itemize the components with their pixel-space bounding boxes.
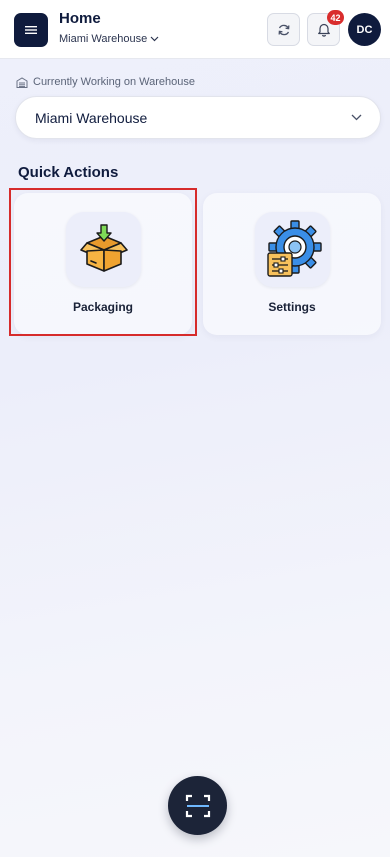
scan-button[interactable] bbox=[168, 776, 227, 835]
warehouse-icon bbox=[16, 76, 28, 88]
top-header: Home Miami Warehouse 42 DC bbox=[0, 0, 390, 59]
warehouse-dropdown[interactable]: Miami Warehouse bbox=[15, 96, 381, 139]
chevron-down-icon bbox=[351, 114, 362, 121]
chevron-down-icon bbox=[150, 36, 159, 42]
header-warehouse-name: Miami Warehouse bbox=[59, 33, 148, 45]
hamburger-icon bbox=[25, 26, 37, 34]
settings-label: Settings bbox=[268, 300, 316, 314]
refresh-button[interactable] bbox=[267, 13, 300, 46]
refresh-icon bbox=[278, 24, 289, 35]
notification-count-badge: 42 bbox=[327, 10, 344, 25]
page-title: Home bbox=[59, 10, 101, 27]
gear-settings-icon bbox=[266, 219, 322, 277]
settings-icon-tile bbox=[255, 212, 330, 287]
quick-actions-title: Quick Actions bbox=[18, 164, 119, 181]
quick-action-settings[interactable]: Settings bbox=[203, 193, 381, 335]
scan-icon bbox=[185, 794, 210, 817]
user-avatar[interactable]: DC bbox=[348, 13, 381, 46]
menu-button[interactable] bbox=[14, 13, 48, 47]
warehouse-label: Currently Working on Warehouse bbox=[33, 76, 196, 88]
bell-icon bbox=[317, 23, 330, 37]
warehouse-label-row: Currently Working on Warehouse bbox=[16, 76, 195, 88]
warehouse-dropdown-value: Miami Warehouse bbox=[35, 109, 148, 126]
header-warehouse-selector[interactable]: Miami Warehouse bbox=[59, 33, 159, 45]
selected-card-highlight bbox=[9, 188, 197, 336]
